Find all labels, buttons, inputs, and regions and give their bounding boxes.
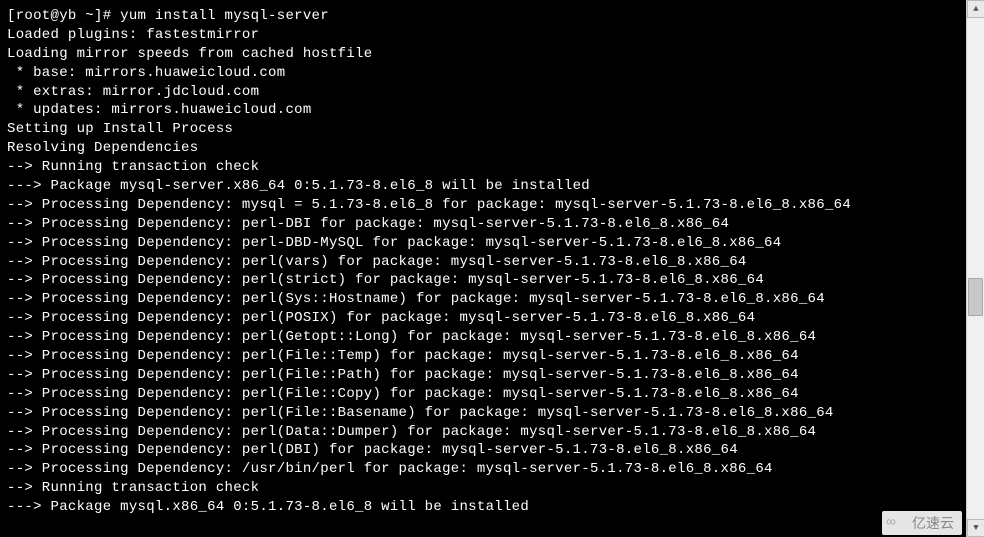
watermark-badge: ∞ 亿速云	[882, 511, 962, 535]
terminal-line: --> Processing Dependency: perl(Data::Du…	[7, 423, 959, 442]
terminal-line: --> Processing Dependency: perl(Getopt::…	[7, 328, 959, 347]
vertical-scrollbar[interactable]: ▲ ▼	[966, 0, 984, 537]
terminal-line: --> Processing Dependency: perl(POSIX) f…	[7, 309, 959, 328]
terminal-line: --> Processing Dependency: perl(File::Ba…	[7, 404, 959, 423]
terminal-line: Loaded plugins: fastestmirror	[7, 26, 959, 45]
chevron-up-icon: ▲	[973, 4, 978, 14]
terminal-line: --> Processing Dependency: perl(DBI) for…	[7, 441, 959, 460]
terminal-line: --> Processing Dependency: perl(File::Co…	[7, 385, 959, 404]
scroll-thumb[interactable]	[968, 278, 983, 316]
terminal-line: --> Running transaction check	[7, 479, 959, 498]
cloud-icon: ∞	[886, 513, 896, 529]
terminal-line: --> Processing Dependency: perl(Sys::Hos…	[7, 290, 959, 309]
terminal-line: --> Processing Dependency: perl(File::Te…	[7, 347, 959, 366]
terminal-line: Resolving Dependencies	[7, 139, 959, 158]
terminal-line: * base: mirrors.huaweicloud.com	[7, 64, 959, 83]
terminal-line: --> Processing Dependency: /usr/bin/perl…	[7, 460, 959, 479]
scroll-up-button[interactable]: ▲	[967, 0, 984, 18]
terminal-line: --> Processing Dependency: perl(strict) …	[7, 271, 959, 290]
terminal-output[interactable]: [root@yb ~]# yum install mysql-server Lo…	[0, 0, 966, 537]
scroll-down-button[interactable]: ▼	[967, 519, 984, 537]
watermark-text: 亿速云	[912, 515, 954, 531]
terminal-line: --> Processing Dependency: perl(vars) fo…	[7, 253, 959, 272]
scroll-track[interactable]	[967, 18, 984, 519]
terminal-line: --> Processing Dependency: perl(File::Pa…	[7, 366, 959, 385]
chevron-down-icon: ▼	[973, 523, 978, 533]
terminal-line: * updates: mirrors.huaweicloud.com	[7, 101, 959, 120]
terminal-line: ---> Package mysql.x86_64 0:5.1.73-8.el6…	[7, 498, 959, 517]
terminal-line: --> Running transaction check	[7, 158, 959, 177]
terminal-line: Loading mirror speeds from cached hostfi…	[7, 45, 959, 64]
terminal-line: --> Processing Dependency: mysql = 5.1.7…	[7, 196, 959, 215]
terminal-line: ---> Package mysql-server.x86_64 0:5.1.7…	[7, 177, 959, 196]
terminal-line: * extras: mirror.jdcloud.com	[7, 83, 959, 102]
terminal-line: --> Processing Dependency: perl-DBD-MySQ…	[7, 234, 959, 253]
terminal-line: Setting up Install Process	[7, 120, 959, 139]
terminal-line: [root@yb ~]# yum install mysql-server	[7, 7, 959, 26]
terminal-line: --> Processing Dependency: perl-DBI for …	[7, 215, 959, 234]
